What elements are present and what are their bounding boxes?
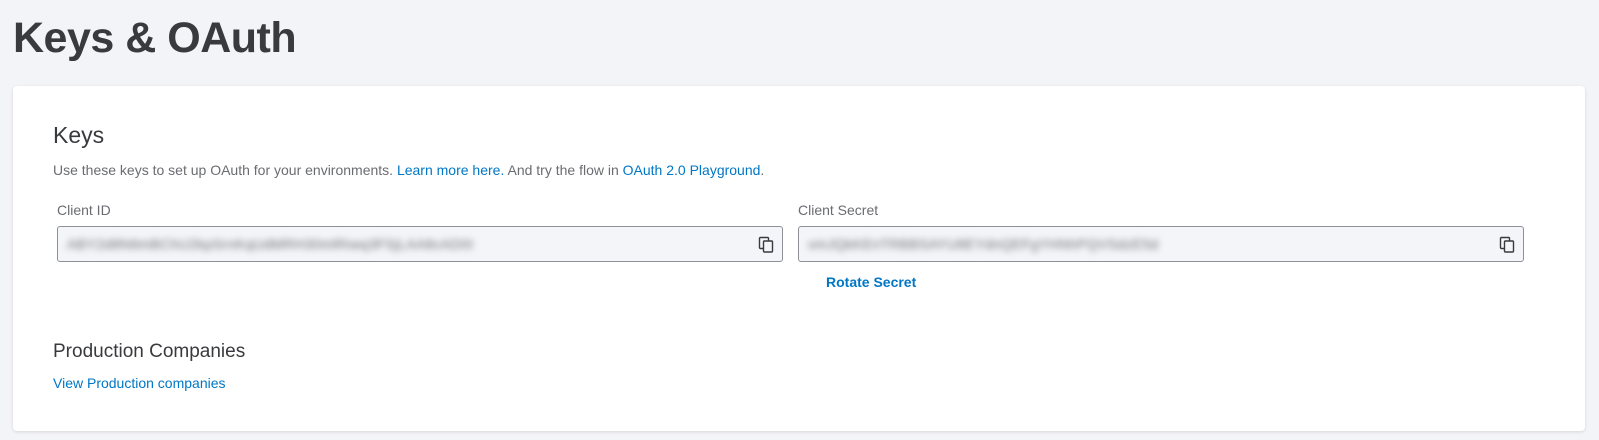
desc-prefix: Use these keys to set up OAuth for your …	[53, 162, 397, 178]
keys-section-title: Keys	[53, 122, 105, 148]
copy-icon[interactable]	[758, 236, 774, 253]
client-secret-field[interactable]: xmJQkKEnTRBBSAYU8EYdnQEFgYHNhPQVSdzE5d	[798, 226, 1524, 262]
copy-icon[interactable]	[1499, 236, 1515, 253]
production-companies-title: Production Companies	[53, 341, 246, 362]
client-id-field[interactable]: ABY2d8N6mBChU2kpSrnKqUdMRH30mlRiwq3FSjLA…	[57, 226, 783, 262]
page-title: Keys & OAuth	[13, 14, 297, 62]
desc-middle: And try the flow in	[504, 162, 623, 178]
view-production-companies-link[interactable]: View Production companies	[53, 375, 226, 391]
desc-suffix: .	[760, 162, 765, 178]
client-secret-label: Client Secret	[798, 202, 879, 218]
oauth-playground-link[interactable]: OAuth 2.0 Playground	[623, 162, 761, 178]
learn-more-link[interactable]: Learn more here.	[397, 162, 504, 178]
client-secret-value[interactable]: xmJQkKEnTRBBSAYU8EYdnQEFgYHNhPQVSdzE5d	[808, 236, 1158, 252]
client-id-value[interactable]: ABY2d8N6mBChU2kpSrnKqUdMRH30mlRiwq3FSjLA…	[67, 236, 473, 252]
keys-card: Keys Use these keys to set up OAuth for …	[13, 86, 1585, 431]
keys-description: Use these keys to set up OAuth for your …	[53, 162, 764, 178]
client-id-label: Client ID	[57, 202, 111, 218]
rotate-secret-link[interactable]: Rotate Secret	[826, 274, 916, 290]
